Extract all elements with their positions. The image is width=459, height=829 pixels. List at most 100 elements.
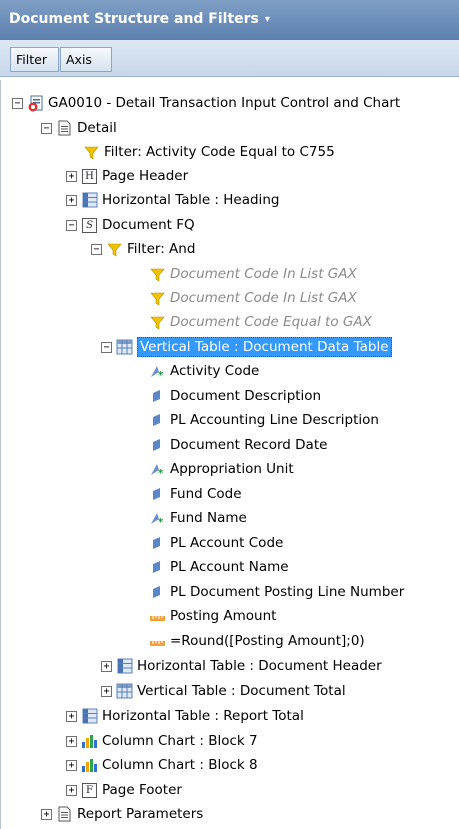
tree-label: Posting Amount bbox=[170, 608, 277, 624]
panel-title-text: Document Structure and Filters bbox=[9, 11, 259, 27]
expand-toggle-icon[interactable]: + bbox=[66, 759, 77, 771]
tree-label: GA0010 - Detail Transaction Input Contro… bbox=[48, 95, 401, 111]
tab-filter[interactable]: Filter bbox=[10, 47, 59, 72]
tree-node-column-chart-8[interactable]: + Column Chart : Block 8 bbox=[66, 754, 258, 776]
tree-label: Detail bbox=[77, 120, 117, 136]
tree-node-column[interactable]: PL Account Name bbox=[149, 556, 289, 578]
dimension-icon: * bbox=[149, 510, 166, 527]
svg-text:*: * bbox=[158, 468, 164, 477]
collapse-toggle-icon[interactable]: − bbox=[12, 97, 23, 109]
tree-node-horizontal-report-total[interactable]: + Horizontal Table : Report Total bbox=[66, 705, 304, 727]
tree-label: PL Document Posting Line Number bbox=[170, 583, 405, 600]
expand-toggle-icon[interactable]: + bbox=[101, 660, 112, 672]
tab-axis[interactable]: Axis bbox=[60, 47, 112, 72]
panel-title[interactable]: Document Structure and Filters ▾ bbox=[0, 0, 459, 40]
measure-icon bbox=[149, 608, 166, 625]
tree-label: Appropriation Unit bbox=[170, 461, 294, 477]
tree-node-column[interactable]: Document Description bbox=[149, 385, 321, 407]
tree-label: Document Code Equal to GAX bbox=[170, 314, 372, 330]
collapse-toggle-icon[interactable]: − bbox=[41, 122, 52, 134]
tree-label: Horizontal Table : Report Total bbox=[102, 708, 304, 724]
tree-node-page-header[interactable]: + H Page Header bbox=[66, 165, 188, 187]
tree-node-column[interactable]: Document Record Date bbox=[149, 434, 327, 456]
tree-node-report-parameters[interactable]: + Report Parameters bbox=[41, 803, 203, 825]
expand-toggle-icon[interactable]: + bbox=[66, 735, 77, 747]
detail-icon bbox=[149, 583, 166, 600]
footer-letter: F bbox=[82, 782, 97, 798]
expand-toggle-icon[interactable]: + bbox=[101, 685, 112, 697]
column-chart-icon bbox=[81, 757, 98, 774]
expand-toggle-icon[interactable]: + bbox=[66, 194, 77, 206]
tree-node-doc-filter[interactable]: Document Code In List GAX bbox=[149, 287, 357, 309]
header-letter: H bbox=[82, 168, 97, 184]
horizontal-table-icon bbox=[81, 192, 98, 209]
detail-icon bbox=[149, 534, 166, 551]
tree-node-column[interactable]: Posting Amount bbox=[149, 605, 276, 627]
tree-label: PL Account Code bbox=[170, 534, 284, 551]
detail-icon bbox=[149, 412, 166, 429]
tree-node-root[interactable]: − GA0010 - Detail Transaction Input Cont… bbox=[12, 92, 400, 114]
tree-label: =Round([Posting Amount];0) bbox=[170, 632, 365, 649]
tree-label: Fund Name bbox=[170, 510, 247, 526]
svg-text:*: * bbox=[158, 370, 164, 379]
detail-icon bbox=[149, 559, 166, 576]
tree-node-column[interactable]: PL Document Posting Line Number bbox=[149, 581, 404, 603]
column-chart-icon bbox=[81, 733, 98, 750]
tree-node-doc-filter[interactable]: Document Code Equal to GAX bbox=[149, 311, 372, 333]
tree-node-detail[interactable]: − Detail bbox=[41, 117, 117, 139]
tree-node-vertical-data-table[interactable]: − Vertical Table : Document Data Table bbox=[101, 336, 392, 358]
tree-node-column[interactable]: PL Account Code bbox=[149, 532, 283, 554]
tree-node-column[interactable]: PL Accounting Line Description bbox=[149, 409, 379, 431]
tree-label: Report Parameters bbox=[77, 806, 204, 822]
expand-toggle-icon[interactable]: + bbox=[66, 710, 77, 722]
tree-node-horizontal-doc-header[interactable]: + Horizontal Table : Document Header bbox=[101, 655, 382, 677]
tree-node-detail-filter[interactable]: Filter: Activity Code Equal to C755 bbox=[83, 141, 335, 163]
tree-label: Vertical Table : Document Data Table bbox=[137, 337, 392, 357]
tree-node-vertical-doc-total[interactable]: + Vertical Table : Document Total bbox=[101, 680, 346, 702]
tree-node-filter-and[interactable]: − Filter: And bbox=[91, 238, 195, 260]
tree-node-column[interactable]: * Activity Code bbox=[149, 360, 259, 382]
tree-label: Fund Code bbox=[170, 485, 242, 502]
tree-node-doc-filter[interactable]: Document Code In List GAX bbox=[149, 263, 357, 285]
vertical-table-icon bbox=[116, 683, 133, 700]
page-icon bbox=[56, 806, 73, 823]
filter-icon bbox=[106, 241, 123, 258]
tree-label: Column Chart : Block 8 bbox=[102, 757, 258, 773]
horizontal-table-icon bbox=[116, 658, 133, 675]
measure-icon bbox=[149, 632, 166, 649]
tree-node-column[interactable]: Fund Code bbox=[149, 483, 242, 505]
document-structure-tree: − GA0010 - Detail Transaction Input Cont… bbox=[0, 80, 459, 829]
report-document-icon bbox=[27, 95, 44, 112]
tree-label: Document FQ bbox=[102, 217, 195, 233]
page-header-icon: H bbox=[81, 168, 98, 185]
expand-toggle-icon[interactable]: + bbox=[66, 784, 77, 796]
tree-node-document-fq[interactable]: − S Document FQ bbox=[66, 214, 195, 236]
panel-menu-caret-icon[interactable]: ▾ bbox=[265, 14, 270, 25]
tree-label: Document Record Date bbox=[170, 436, 328, 453]
svg-text:*: * bbox=[158, 517, 164, 526]
expand-toggle-icon[interactable]: + bbox=[66, 170, 77, 182]
collapse-toggle-icon[interactable]: − bbox=[101, 341, 112, 353]
collapse-toggle-icon[interactable]: − bbox=[66, 219, 77, 231]
tree-node-column-chart-7[interactable]: + Column Chart : Block 7 bbox=[66, 730, 258, 752]
tree-label: Vertical Table : Document Total bbox=[137, 683, 346, 699]
filter-icon bbox=[83, 144, 100, 161]
tree-node-column[interactable]: * Appropriation Unit bbox=[149, 458, 294, 480]
dimension-icon: * bbox=[149, 363, 166, 380]
tree-node-horizontal-heading[interactable]: + Horizontal Table : Heading bbox=[66, 189, 279, 211]
filter-icon bbox=[149, 314, 166, 331]
page-footer-icon: F bbox=[81, 782, 98, 799]
page-icon bbox=[56, 120, 73, 137]
tree-label: PL Account Name bbox=[170, 559, 289, 575]
tree-node-column[interactable]: =Round([Posting Amount];0) bbox=[149, 630, 365, 652]
dimension-icon: * bbox=[149, 461, 166, 478]
detail-icon bbox=[149, 485, 166, 502]
tree-label: Page Header bbox=[102, 168, 189, 184]
horizontal-table-icon bbox=[81, 708, 98, 725]
tree-label: Activity Code bbox=[170, 363, 260, 379]
tree-node-column[interactable]: * Fund Name bbox=[149, 507, 247, 529]
tree-label: Horizontal Table : Document Header bbox=[137, 658, 382, 674]
collapse-toggle-icon[interactable]: − bbox=[91, 243, 102, 255]
expand-toggle-icon[interactable]: + bbox=[41, 808, 52, 820]
tree-node-page-footer[interactable]: + F Page Footer bbox=[66, 779, 182, 801]
